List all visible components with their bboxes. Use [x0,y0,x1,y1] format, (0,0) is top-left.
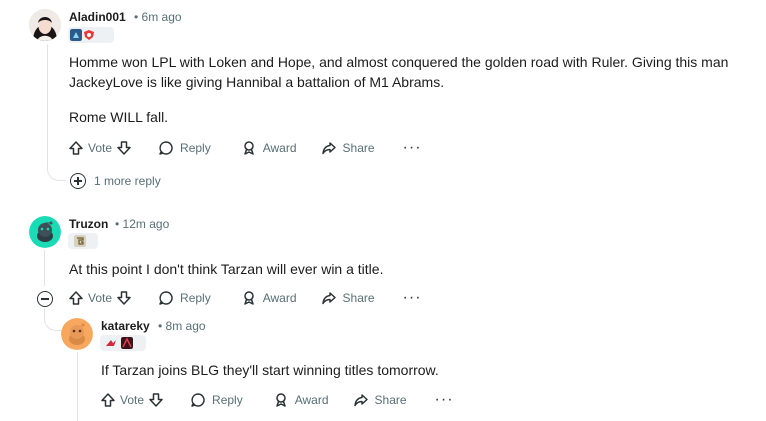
champion-flair-icon [121,337,133,349]
vote-label: Vote [88,291,113,305]
comment-body: Homme won LPL with Loken and Hope, and a… [69,54,729,90]
share-button[interactable]: Share [347,386,413,414]
reply-icon [159,141,173,155]
comment-actions: Vote Reply Award Share ··· [62,284,432,312]
comment-timestamp: • 12m ago [115,217,170,231]
comment-author[interactable]: katareky [101,319,150,333]
vote-label: Vote [88,141,113,155]
comment-actions: Vote Reply Award Share ··· [62,134,432,162]
red-team-flair-icon [106,340,116,346]
downvote-icon[interactable] [116,140,132,156]
comment-timestamp: • 6m ago [134,10,182,24]
award-icon [275,393,286,407]
share-button[interactable]: Share [315,284,381,312]
award-button[interactable]: Award [267,386,335,414]
reply-button[interactable]: Reply [152,134,217,162]
more-options-button[interactable]: ··· [393,134,432,162]
comment-timestamp: • 8m ago [158,319,206,333]
timestamp-text: 6m ago [141,10,182,24]
upvote-icon[interactable] [68,140,84,156]
user-flairs [68,233,98,249]
upvote-icon[interactable] [68,290,84,306]
award-icon [243,291,254,305]
user-photo-icon [29,9,61,41]
share-button[interactable]: Share [315,134,381,162]
more-options-button[interactable]: ··· [425,386,464,414]
gen-g-flair-icon [74,235,86,247]
avatar[interactable] [61,318,93,350]
vote-label: Vote [120,393,145,407]
share-icon [321,142,336,155]
reply-icon [191,393,205,407]
expand-replies-icon[interactable] [70,173,86,189]
comment-body: If Tarzan joins BLG they'll start winnin… [101,362,439,378]
share-icon [353,394,368,407]
award-label: Award [262,291,297,305]
reply-icon [159,291,173,305]
award-button[interactable]: Award [235,134,303,162]
lol-team-flair-icon [70,29,82,41]
avatar[interactable] [29,216,61,248]
thread-line [77,352,78,421]
downvote-icon[interactable] [116,290,132,306]
reply-label: Reply [212,393,243,407]
snoo-avatar-icon [29,216,61,248]
award-icon [243,141,254,155]
comment-actions: Vote Reply Award Share ··· [94,386,464,414]
vote-control: Vote [62,284,138,312]
user-flairs [100,335,146,351]
share-label: Share [342,141,375,155]
reply-button[interactable]: Reply [184,386,249,414]
thread-line [44,250,45,286]
timestamp-text: 8m ago [165,319,206,333]
snoo-avatar-icon [61,318,93,350]
comment-author[interactable]: Aladin001 [69,10,126,24]
share-label: Share [374,393,407,407]
thread-connector [44,308,63,331]
vote-control: Vote [94,386,170,414]
award-label: Award [294,393,329,407]
more-options-button[interactable]: ··· [393,284,432,312]
collapse-thread-icon[interactable] [37,291,53,307]
comment-body: At this point I don't think Tarzan will … [69,261,384,277]
comment-author[interactable]: Truzon [69,217,108,231]
avatar[interactable] [29,9,61,41]
share-label: Share [342,291,375,305]
award-button[interactable]: Award [235,284,303,312]
reply-button[interactable]: Reply [152,284,217,312]
timestamp-text: 12m ago [122,217,170,231]
upvote-icon[interactable] [100,392,116,408]
red-shield-flair-icon [84,30,94,40]
share-icon [321,292,336,305]
award-label: Award [262,141,297,155]
comment-body: Rome WILL fall. [69,109,169,125]
downvote-icon[interactable] [148,392,164,408]
reply-label: Reply [180,141,211,155]
more-replies-link[interactable]: 1 more reply [94,174,161,188]
reply-label: Reply [180,291,211,305]
vote-control: Vote [62,134,138,162]
thread-line [47,44,48,164]
user-flairs [68,27,114,43]
